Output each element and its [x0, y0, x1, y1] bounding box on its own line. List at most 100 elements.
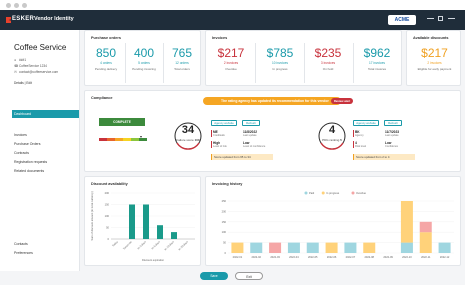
email-row: ✉ contact@coffeeservice.com [14, 70, 58, 74]
card-title: Discount availability [91, 182, 128, 186]
y-tick-label: 150 [222, 220, 227, 224]
invoice-stat[interactable]: $217 2 invoices Overdue [208, 46, 254, 71]
refresh-button[interactable]: Refresh [384, 120, 402, 126]
pdg-ranking-value: 4 [328, 124, 336, 136]
sidebar-item-registration-requests[interactable]: Registration requests [14, 160, 47, 164]
client-badge[interactable]: ACME [388, 15, 416, 25]
stat-value: 400 [133, 46, 155, 60]
menu-icon[interactable] [448, 18, 455, 19]
y-tick-label: 150 [105, 203, 110, 207]
stat-sub: 10 invoices [272, 61, 288, 65]
legend-label: In progress [326, 191, 340, 195]
email-text[interactable]: contact@coffeeservice.com [19, 70, 58, 74]
stat-value: 850 [95, 46, 117, 60]
vendor-id-row: ● ###1 [14, 58, 26, 62]
invoice-stat[interactable]: $785 10 invoices In progress [257, 46, 303, 71]
complete-button[interactable]: COMPLETE [99, 118, 145, 126]
invoice-stat[interactable]: $235 3 invoices On hold [305, 46, 351, 71]
window-dot-icon[interactable] [6, 3, 11, 8]
kv-key: Last update [385, 134, 399, 137]
confidence-level: Low Confidence [385, 141, 398, 148]
bar [400, 201, 413, 243]
agency-website-button[interactable]: Agency website [211, 120, 237, 126]
risk-segment [139, 138, 147, 141]
sidebar-item-contacts[interactable]: Contacts [14, 242, 28, 246]
x-tick-label: 2022-05 [308, 255, 318, 259]
confidence-level: Low Level of confidence [243, 141, 265, 148]
y-axis-label: Sum of discount amount (in local currenc… [90, 191, 94, 240]
exit-button[interactable]: Exit [235, 272, 263, 280]
bar [400, 242, 413, 253]
failure-score-label: Failure score 100 [173, 138, 203, 142]
stat-value: 765 [171, 46, 193, 60]
bar [171, 232, 177, 239]
po-stat[interactable]: 400 5 orders Pending invoicing [126, 46, 162, 71]
stat-sub: 17 invoices [369, 61, 385, 65]
stat-value: $235 [314, 46, 342, 60]
invoice-stat[interactable]: $962 17 invoices Total invoices [354, 46, 400, 71]
risk-segment [99, 138, 107, 141]
y-tick-label: 0 [225, 251, 227, 255]
agency-name: BK Agency [355, 130, 364, 137]
y-tick-label: 100 [222, 230, 227, 234]
minimize-icon[interactable] [427, 18, 434, 19]
y-tick-label: 250 [222, 199, 227, 203]
stat-sub: 12 orders [175, 61, 189, 65]
bar [419, 232, 432, 253]
stat-label: Pending delivery [94, 67, 118, 71]
x-tick-label: 2022-10 [402, 255, 412, 259]
discount-chart: 0 50 100 150 200 Today Tomorrow In 3 days In 5 d… [90, 191, 195, 262]
kv-key: Risk level [355, 145, 367, 148]
sidebar-item-invoices[interactable]: Invoices [14, 133, 27, 137]
save-button[interactable]: Save [200, 272, 228, 280]
window-dot-icon[interactable] [14, 3, 19, 8]
risk-segment [107, 138, 115, 141]
x-tick-label: Today [111, 239, 119, 247]
legend-swatch [304, 191, 308, 195]
risk-marker-icon [140, 136, 142, 138]
refresh-button[interactable]: Refresh [242, 120, 260, 126]
review-alert-button[interactable]: Review alert [331, 98, 353, 104]
discount-stat[interactable]: $217 2 invoices Eligible for early payme… [409, 46, 460, 71]
discount-availability-card: Discount availability 0 50 100 150 200 Today T… [84, 176, 201, 266]
po-stat[interactable]: 765 12 orders Total orders [164, 46, 200, 71]
risk-level: 4 Risk level [355, 141, 366, 148]
sidebar-item-purchase-orders[interactable]: Purchase Orders [14, 142, 40, 146]
y-tick-label: 100 [105, 214, 110, 218]
divider [255, 43, 256, 83]
bar [363, 242, 376, 253]
x-tick-label: In 10 days [163, 239, 175, 251]
sidebar-item-dashboard[interactable]: Dashboard [12, 110, 79, 118]
risk-scale [99, 136, 147, 141]
invoices-card: Invoices $217 2 invoices Overdue $785 10… [205, 30, 402, 86]
kv-key: Confidence [385, 145, 399, 148]
sidebar-item-contracts[interactable]: Contracts [14, 151, 29, 155]
sidebar-item-related-documents[interactable]: Related documents [14, 169, 44, 173]
x-tick-label: 2022-04 [289, 255, 299, 259]
y-tick-label: 0 [108, 237, 110, 241]
agency-website-button[interactable]: Agency website [353, 120, 379, 126]
maximize-icon[interactable] [438, 16, 443, 21]
stat-value: $217 [217, 46, 245, 60]
y-tick-label: 50 [106, 226, 109, 230]
bar [419, 221, 432, 233]
x-tick-label: 2022-03 [270, 255, 280, 259]
esker-logo: ESKER [6, 16, 34, 24]
details-link[interactable]: Details | Edit [14, 81, 32, 85]
stat-value: $962 [363, 46, 391, 60]
po-stat[interactable]: 850 4 orders Pending delivery [88, 46, 124, 71]
stat-label: Total invoices [367, 67, 386, 71]
window-dot-icon[interactable] [22, 3, 27, 8]
sidebar-item-preferences[interactable]: Preferences [14, 251, 33, 255]
app-header: ESKER Vendor Identity ACME [0, 10, 465, 30]
gauge-max: 100 [194, 138, 200, 142]
pdg-ranking-label: PDG ranking 5 [317, 138, 347, 142]
last-update: 11/8/2022 Last update [243, 130, 257, 137]
risk-flag [211, 141, 212, 148]
stat-sub: 3 invoices [320, 61, 336, 65]
x-tick-label: 2022-08 [364, 255, 374, 259]
kv-key: Level of risk [213, 145, 227, 148]
stat-value: $217 [421, 46, 448, 60]
x-axis-label: Discount expiration [142, 258, 165, 262]
risk-segment [115, 138, 123, 141]
